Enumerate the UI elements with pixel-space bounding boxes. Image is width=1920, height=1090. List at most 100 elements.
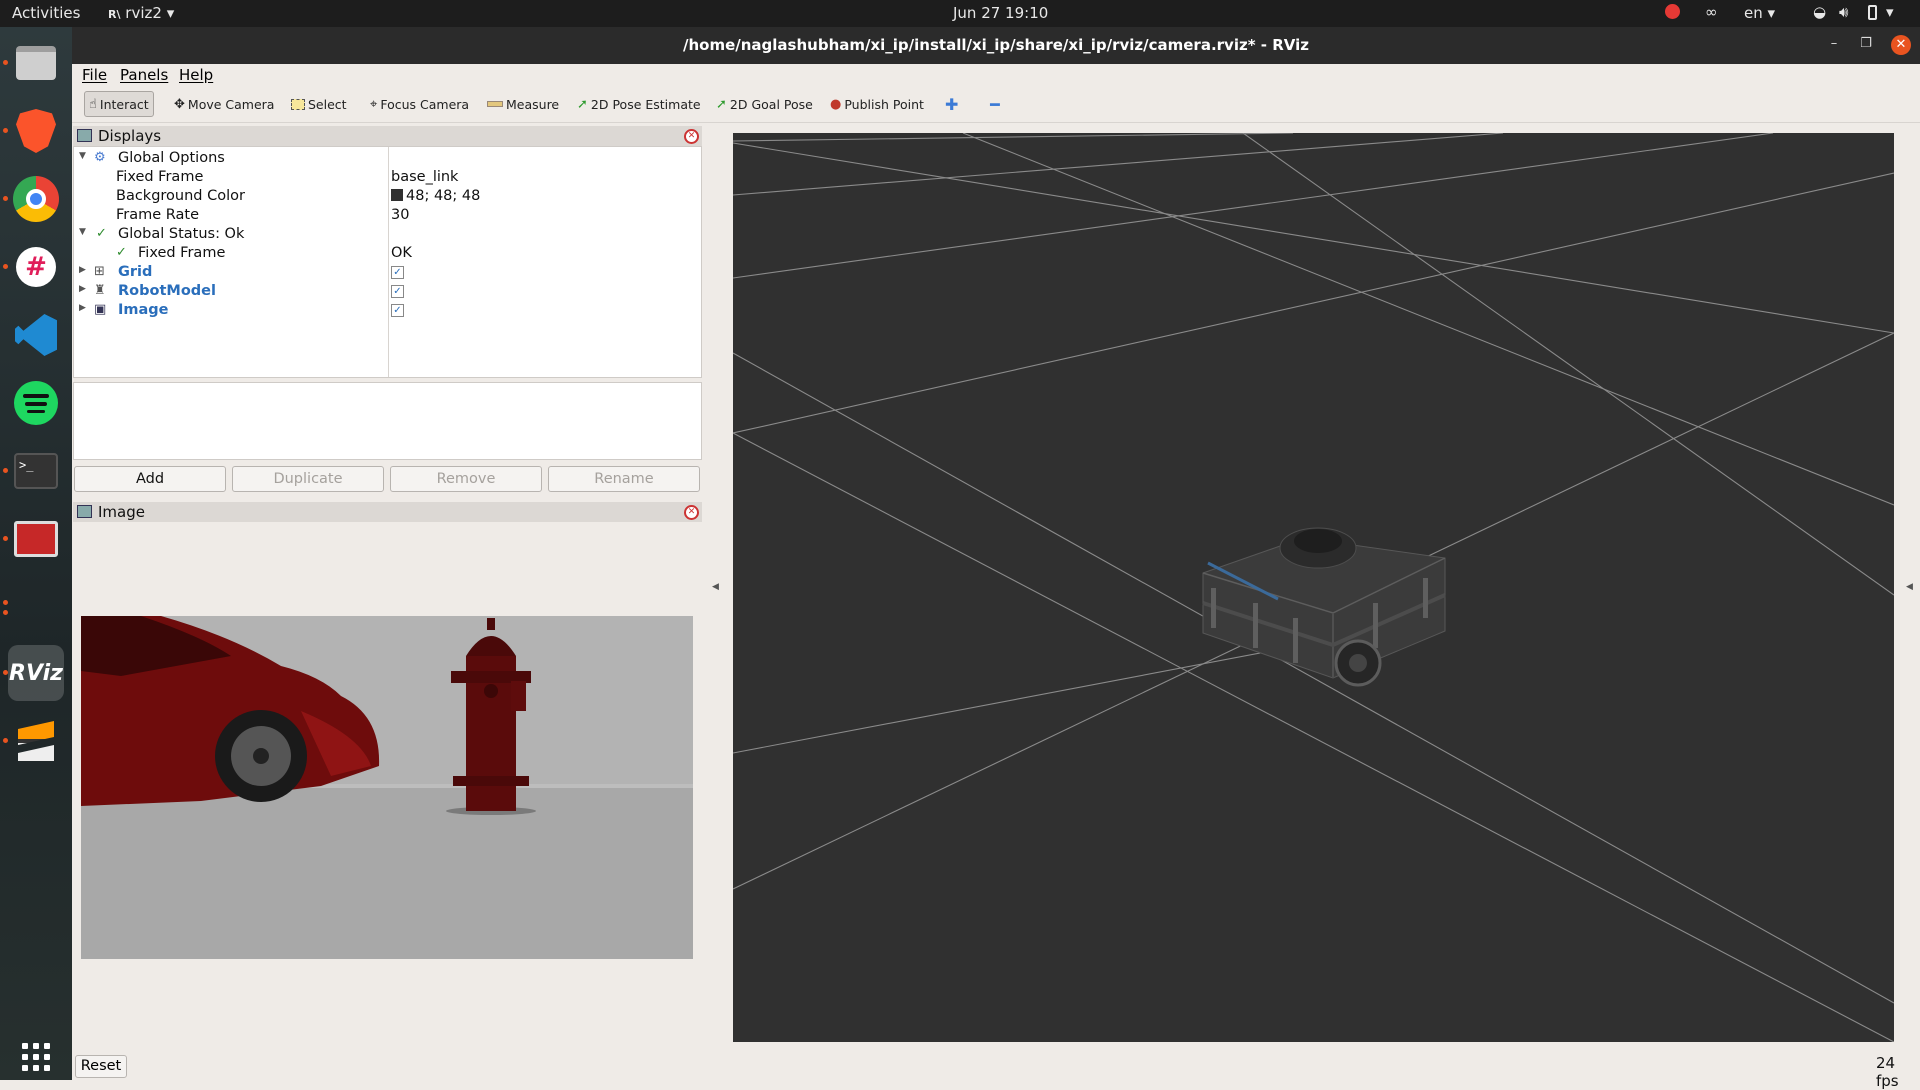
terminal-icon[interactable]: >_: [8, 443, 64, 499]
brave-browser-icon[interactable]: [8, 103, 64, 159]
tree-row-global-status[interactable]: ▼ ✓ Global Status: Ok: [74, 225, 701, 244]
displays-panel-header: Displays ✕: [73, 126, 702, 146]
tree-row-robotmodel[interactable]: ▶ ♜ RobotModel ✓: [74, 282, 701, 301]
system-menu-chevron-icon[interactable]: ▾: [1886, 3, 1894, 21]
chevron-down-icon: ▾: [166, 4, 175, 22]
vscode-icon[interactable]: [8, 307, 64, 363]
rename-display-button[interactable]: Rename: [548, 466, 700, 492]
app-menu[interactable]: R\ rviz2 ▾: [108, 4, 174, 22]
close-icon[interactable]: ✕: [1891, 35, 1911, 55]
sublime-text-icon[interactable]: [8, 713, 64, 769]
monitor-icon: [77, 129, 92, 142]
duplicate-display-button[interactable]: Duplicate: [232, 466, 384, 492]
image-icon: [77, 505, 92, 518]
hand-pointer-icon: ☝︎: [89, 96, 97, 112]
image-panel-title: Image: [98, 503, 145, 521]
select-tool[interactable]: Select: [287, 91, 351, 117]
frame-rate-value: 30: [391, 207, 410, 223]
fps-readout: 24 fps: [1876, 1054, 1899, 1090]
robot-model: [1202, 527, 1446, 687]
system-monitor-icon[interactable]: [8, 511, 64, 567]
window-title: /home/naglashubham/xi_ip/install/xi_ip/s…: [683, 36, 1309, 54]
volume-icon[interactable]: 🔊︎: [1839, 3, 1848, 21]
grid-enabled-checkbox[interactable]: ✓: [391, 266, 404, 279]
do-not-disturb-icon[interactable]: [1665, 4, 1680, 19]
expand-right-icon[interactable]: ▶: [79, 284, 86, 294]
clock[interactable]: Jun 27 19:10: [953, 4, 1048, 22]
robot-icon: ♜: [94, 283, 106, 298]
wifi-icon[interactable]: ◒: [1813, 3, 1826, 21]
add-display-button[interactable]: Add: [74, 466, 226, 492]
show-applications-icon[interactable]: [8, 1037, 64, 1077]
tree-row-image[interactable]: ▶ ▣ Image ✓: [74, 301, 701, 320]
grid-and-robot-render: [733, 133, 1894, 1042]
ruler-icon: [487, 101, 503, 107]
maximize-icon[interactable]: ❐: [1856, 36, 1876, 51]
tree-row-frame-rate[interactable]: Frame Rate 30: [74, 206, 701, 225]
minimize-icon[interactable]: –: [1824, 36, 1844, 51]
activities-button[interactable]: Activities: [12, 4, 80, 22]
interact-tool[interactable]: ☝︎ Interact: [84, 91, 154, 117]
displays-tree: ▼ ⚙ Global Options Fixed Frame base_link…: [73, 146, 702, 378]
green-arrow-icon: ➚: [577, 96, 588, 112]
tree-row-background-color[interactable]: Background Color 48; 48; 48: [74, 187, 701, 206]
move-camera-tool[interactable]: ✥ Move Camera: [170, 91, 278, 117]
expand-down-icon[interactable]: ▼: [79, 227, 86, 237]
battery-icon[interactable]: [1868, 5, 1877, 20]
reset-view-button[interactable]: Reset: [75, 1055, 127, 1078]
pose-estimate-tool[interactable]: ➚ 2D Pose Estimate: [573, 91, 705, 117]
gear-icon: ⚙: [94, 150, 106, 165]
map-pin-icon: ●: [830, 96, 842, 112]
grid-icon: ⊞: [94, 264, 105, 279]
expand-down-icon[interactable]: ▼: [79, 151, 86, 161]
language-indicator[interactable]: en ▾: [1744, 4, 1775, 22]
menu-panels[interactable]: Panels: [120, 66, 168, 84]
image-icon: ▣: [94, 302, 107, 317]
menu-file[interactable]: File: [82, 66, 107, 84]
color-swatch[interactable]: [391, 189, 403, 201]
collapse-right-icon[interactable]: ◀: [1906, 582, 1913, 592]
add-tool-plus-icon[interactable]: ✚: [941, 91, 962, 117]
top-bar: Activities R\ rviz2 ▾ Jun 27 19:10 ∞ en …: [0, 0, 1920, 27]
infinity-icon[interactable]: ∞: [1705, 3, 1718, 21]
panel-close-icon[interactable]: ✕: [684, 505, 699, 520]
robotmodel-enabled-checkbox[interactable]: ✓: [391, 285, 404, 298]
crosshair-icon: ⌖: [370, 96, 378, 112]
panel-close-icon[interactable]: ✕: [684, 129, 699, 144]
focus-camera-tool[interactable]: ⌖ Focus Camera: [366, 91, 473, 117]
expand-right-icon[interactable]: ▶: [79, 303, 86, 313]
remove-display-button[interactable]: Remove: [390, 466, 542, 492]
expand-right-icon[interactable]: ▶: [79, 265, 86, 275]
chrome-icon[interactable]: [8, 171, 64, 227]
goal-pose-tool[interactable]: ➚ 2D Goal Pose: [712, 91, 817, 117]
spotify-icon[interactable]: [8, 375, 64, 431]
measure-tool[interactable]: Measure: [483, 91, 563, 117]
menu-help[interactable]: Help: [179, 66, 213, 84]
move-arrows-icon: ✥: [174, 96, 185, 112]
fixed-frame-value: base_link: [391, 169, 459, 185]
rviz-small-icon: R\: [108, 8, 121, 21]
rviz-app-icon[interactable]: RViz: [8, 645, 64, 701]
tree-row-status-fixed-frame[interactable]: ✓ Fixed Frame OK: [74, 244, 701, 263]
collapse-left-icon[interactable]: ◀: [712, 582, 719, 592]
checkmark-icon: ✓: [116, 245, 127, 260]
remove-tool-minus-icon[interactable]: ━: [986, 91, 1004, 117]
3d-render-viewport[interactable]: [733, 133, 1894, 1042]
tree-row-grid[interactable]: ▶ ⊞ Grid ✓: [74, 263, 701, 282]
window-titlebar[interactable]: /home/naglashubham/xi_ip/install/xi_ip/s…: [72, 27, 1920, 64]
publish-point-tool[interactable]: ● Publish Point: [826, 91, 928, 117]
checkmark-icon: ✓: [96, 226, 107, 241]
select-box-icon: [291, 98, 305, 110]
property-description-box: [73, 382, 702, 460]
files-app-icon[interactable]: [8, 35, 64, 91]
menu-bar: File Panels Help: [72, 64, 1920, 86]
dock: # >_ RViz: [0, 27, 72, 1080]
tree-row-global-options[interactable]: ▼ ⚙ Global Options: [74, 149, 701, 168]
camera-image-view: [73, 522, 702, 1042]
slack-icon[interactable]: #: [8, 239, 64, 295]
displays-title: Displays: [98, 127, 162, 145]
image-enabled-checkbox[interactable]: ✓: [391, 304, 404, 317]
image-panel-header: Image ✕: [73, 502, 702, 522]
app-menu-label: rviz2: [125, 4, 162, 22]
tree-row-fixed-frame[interactable]: Fixed Frame base_link: [74, 168, 701, 187]
